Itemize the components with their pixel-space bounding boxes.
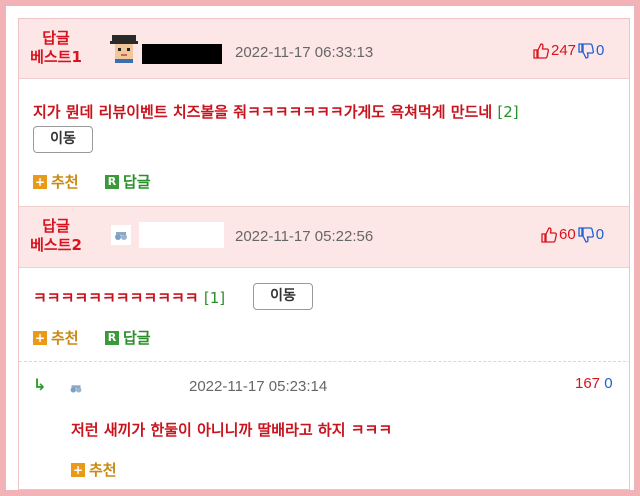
best1-badge-line2: 베스트1: [30, 48, 82, 66]
reply-date: 2022-11-17 05:23:14: [189, 378, 328, 395]
reply-down-count[interactable]: 0: [604, 375, 612, 392]
best2-down-count: 0: [595, 226, 605, 243]
best2-reply-label: 답글: [123, 329, 151, 347]
best1-content: 지가 뭔데 리뷰이벤트 치즈볼을 줘ㅋㅋㅋㅋㅋㅋㅋ가게도 욕쳐먹게 만드네 [2…: [33, 101, 623, 122]
best2-reply-button[interactable]: R 답글: [105, 327, 151, 348]
best1-recommend-label: 추천: [51, 173, 79, 191]
reply-up-count[interactable]: 167: [575, 375, 600, 392]
thumbs-down-icon[interactable]: [578, 42, 595, 59]
best1-date: 2022-11-17 06:33:13: [235, 44, 374, 61]
best1-reply-button[interactable]: R 답글: [105, 171, 151, 192]
reply-arrow-icon: ↳: [33, 375, 47, 394]
redacted-nickname: [139, 222, 224, 248]
reply-votes: 167 0: [575, 375, 613, 392]
best1-move-button[interactable]: 이동: [33, 126, 93, 153]
best1-header: 답글 베스트1 2022-11-17 06:33:13 247 0: [19, 19, 629, 79]
reply-content: 저런 새끼가 한둘이 아니니까 딸배라고 하지 ㅋㅋㅋ: [71, 421, 393, 439]
reply-recommend-label: 추천: [89, 461, 117, 479]
best1-recommend-button[interactable]: + 추천: [33, 171, 79, 192]
reply-r-icon: R: [105, 174, 119, 189]
reply-r-icon: R: [105, 330, 119, 345]
best2-date: 2022-11-17 05:22:56: [235, 228, 374, 245]
redacted-nickname: [142, 44, 222, 64]
best2-header: 답글 베스트2 2022-11-17 05:22:56 60 0: [19, 206, 629, 268]
thumbs-down-icon[interactable]: [578, 226, 594, 243]
best2-reply-count[interactable]: [1]: [204, 289, 225, 307]
best2-up-count: 60: [559, 226, 576, 243]
best2-votes: 60 0: [541, 226, 604, 243]
user-level-icon[interactable]: [111, 225, 131, 245]
best1-reply-label: 답글: [123, 173, 151, 191]
reply-divider: [19, 361, 629, 362]
best2-badge: 답글 베스트2: [21, 217, 91, 255]
best2-badge-line1: 답글: [42, 217, 70, 235]
reply-recommend-button[interactable]: + 추천: [71, 459, 117, 480]
plus-icon: +: [33, 330, 47, 345]
best2-content-text: ㅋㅋㅋㅋㅋㅋㅋㅋㅋㅋㅋㅋ: [33, 289, 199, 307]
comment-list: 답글 베스트1 2022-11-17 06:33:13 247 0 지가 뭔데 …: [18, 18, 630, 490]
best2-recommend-label: 추천: [51, 329, 79, 347]
best1-badge-line1: 답글: [42, 29, 70, 47]
user-avatar-icon[interactable]: [109, 33, 139, 63]
best1-badge: 답글 베스트1: [21, 29, 91, 67]
best1-content-text: 지가 뭔데 리뷰이벤트 치즈볼을 줘ㅋㅋㅋㅋㅋㅋㅋ가게도 욕쳐먹게 만드네: [33, 103, 493, 121]
thumbs-up-icon[interactable]: [533, 42, 549, 59]
plus-icon: +: [33, 174, 47, 189]
best1-votes: 247 0: [533, 42, 604, 59]
screenshot-frame: 답글 베스트1 2022-11-17 06:33:13 247 0 지가 뭔데 …: [0, 0, 640, 496]
best1-up-count: 247: [551, 42, 577, 59]
thumbs-up-icon[interactable]: [541, 226, 557, 243]
best2-content: ㅋㅋㅋㅋㅋㅋㅋㅋㅋㅋㅋㅋ [1]: [33, 287, 273, 308]
best2-badge-line2: 베스트2: [30, 236, 82, 254]
plus-icon: +: [71, 462, 85, 477]
best2-move-button[interactable]: 이동: [253, 283, 313, 310]
best1-down-count: 0: [596, 42, 605, 59]
best1-reply-count[interactable]: [2]: [497, 103, 518, 121]
best2-recommend-button[interactable]: + 추천: [33, 327, 79, 348]
user-level-icon[interactable]: [67, 379, 85, 397]
